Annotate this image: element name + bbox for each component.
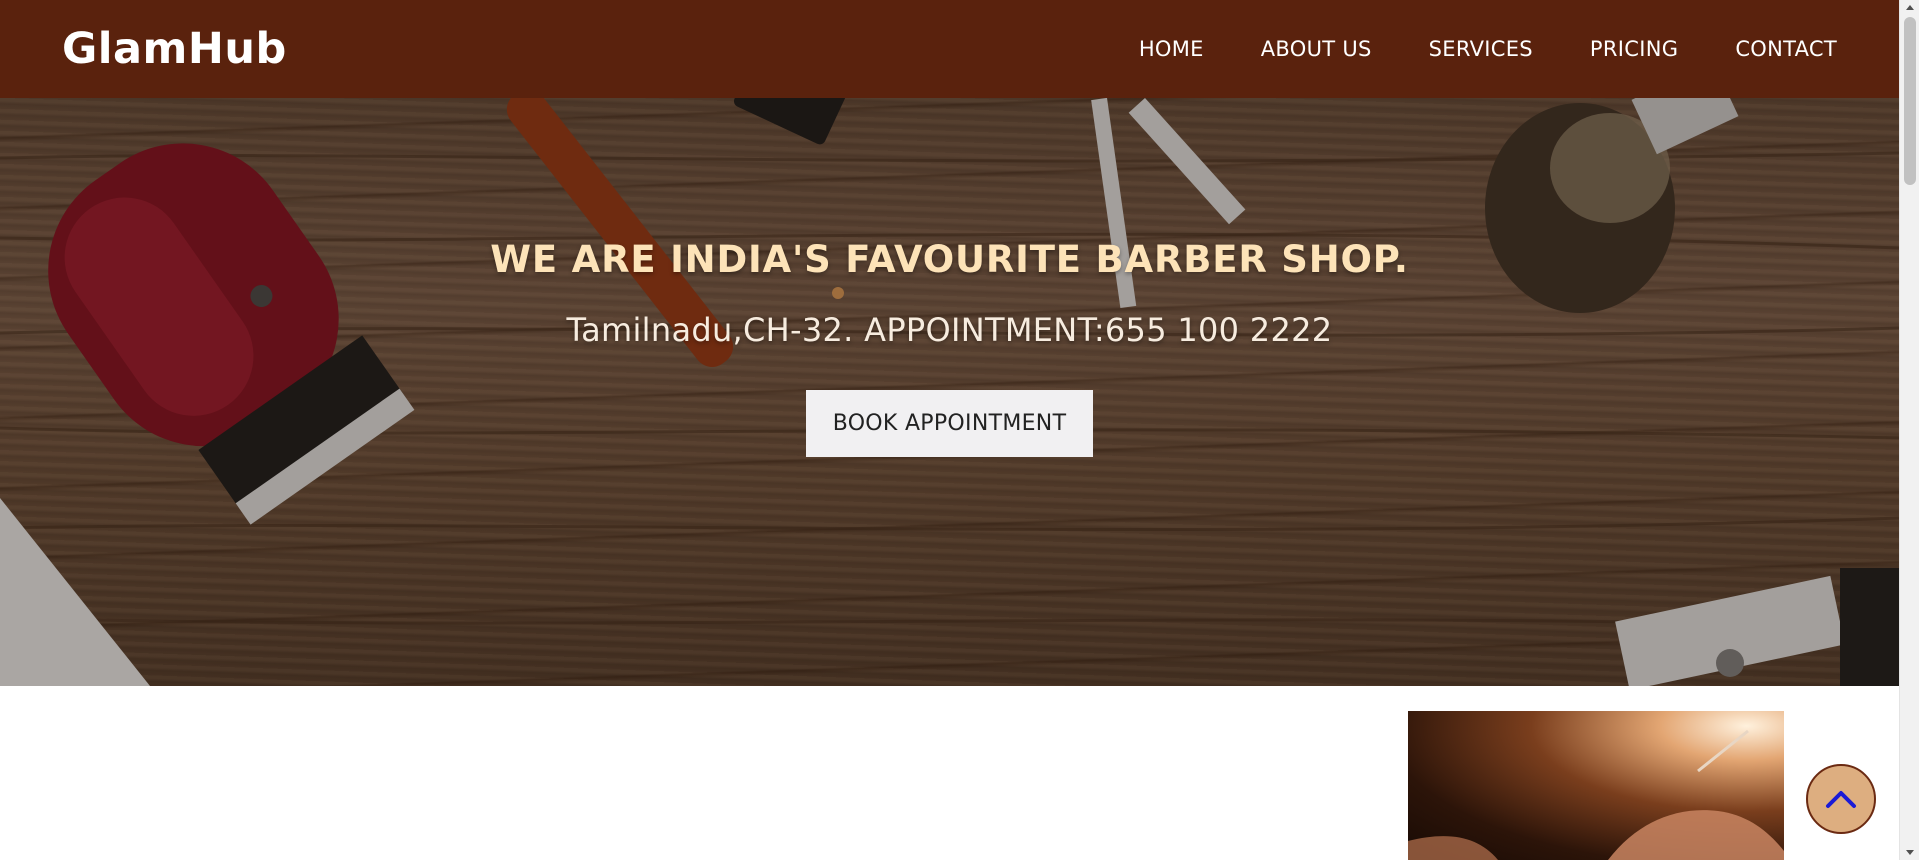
brand-logo[interactable]: GlamHub bbox=[62, 24, 287, 74]
nav-pricing[interactable]: PRICING bbox=[1590, 37, 1678, 61]
nav-home[interactable]: HOME bbox=[1139, 37, 1204, 61]
hands-image bbox=[1408, 729, 1784, 860]
scroll-to-top-button[interactable] bbox=[1806, 764, 1876, 834]
nav-contact[interactable]: CONTACT bbox=[1735, 37, 1837, 61]
scroll-down-arrow-icon[interactable] bbox=[1905, 847, 1915, 857]
scroll-up-arrow-icon[interactable] bbox=[1905, 3, 1915, 13]
page-scrollbar[interactable] bbox=[1899, 0, 1919, 860]
chevron-up-icon bbox=[1826, 791, 1856, 808]
nav-services[interactable]: SERVICES bbox=[1429, 37, 1533, 61]
barber-service-image bbox=[1408, 711, 1784, 860]
navbar: GlamHub HOME ABOUT US SERVICES PRICING C… bbox=[0, 0, 1899, 98]
hero-title: WE ARE INDIA'S FAVOURITE BARBER SHOP. bbox=[490, 238, 1409, 281]
book-appointment-button[interactable]: BOOK APPOINTMENT bbox=[806, 390, 1093, 457]
hero-content: WE ARE INDIA'S FAVOURITE BARBER SHOP. Ta… bbox=[0, 98, 1899, 686]
nav-links: HOME ABOUT US SERVICES PRICING CONTACT bbox=[1139, 37, 1837, 61]
scrollbar-thumb[interactable] bbox=[1904, 17, 1916, 185]
nav-about-us[interactable]: ABOUT US bbox=[1261, 37, 1372, 61]
hero-section: WE ARE INDIA'S FAVOURITE BARBER SHOP. Ta… bbox=[0, 98, 1899, 686]
hero-subtitle: Tamilnadu,CH-32. APPOINTMENT:655 100 222… bbox=[566, 311, 1333, 349]
